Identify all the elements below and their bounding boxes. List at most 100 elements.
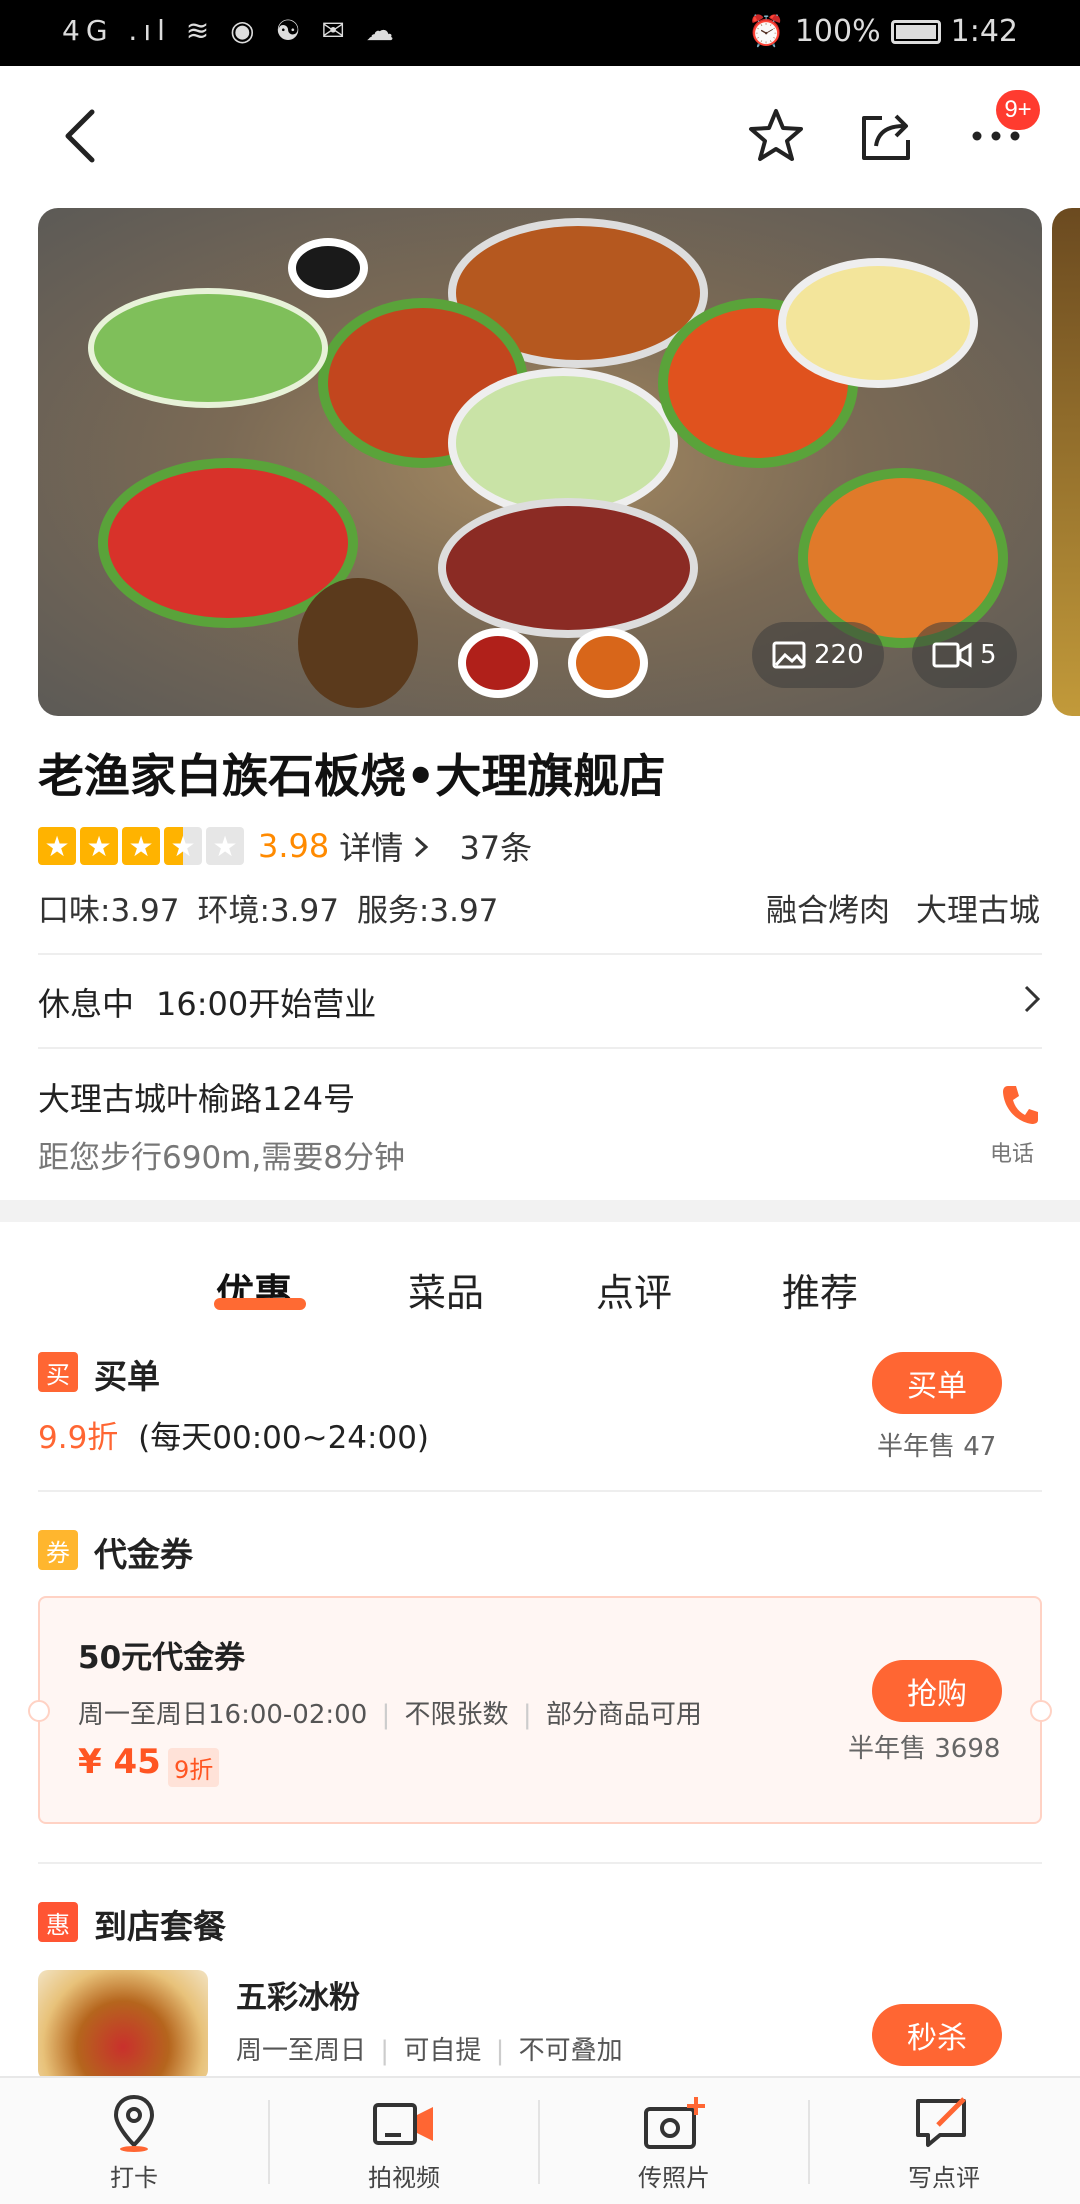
pay-bill-sold: 半年售 47 — [877, 1432, 997, 1462]
service-score: 服务:3.97 — [356, 893, 499, 929]
food-plate — [778, 258, 978, 388]
store-tags: 融合烤肉 大理古城 — [766, 885, 1040, 930]
active-tab-indicator — [214, 1298, 306, 1310]
package-section-title: 到店套餐 — [94, 1907, 226, 1946]
divider — [38, 1047, 1042, 1049]
walking-distance: 距您步行690m,需要8分钟 — [38, 1140, 405, 1176]
section-gap — [0, 1200, 1080, 1222]
phone-button[interactable] — [990, 1082, 1050, 1130]
pay-bill-hours: (每天00:00~24:00) — [138, 1420, 430, 1456]
record-video-label: 拍视频 — [368, 2164, 440, 2192]
store-name: 老渔家白族石板烧•大理旗舰店 — [38, 749, 666, 803]
package-terms: 周一至周日 | 可自提 | 不可叠加 — [236, 2030, 623, 2067]
card-notch — [28, 1700, 50, 1722]
more-button[interactable]: 9+ — [956, 90, 1040, 176]
more-dots-icon — [972, 131, 1020, 141]
category-tag[interactable]: 融合烤肉 — [766, 885, 890, 930]
voucher-name: 50元代金券 — [78, 1640, 246, 1676]
voucher-terms: 周一至周日16:00-02:00 | 不限张数 | 部分商品可用 — [78, 1694, 702, 1731]
write-review-button[interactable]: 写点评 — [844, 2092, 1044, 2193]
battery-icon — [890, 19, 941, 44]
package-name[interactable]: 五彩冰粉 — [236, 1972, 360, 2017]
store-address[interactable]: 大理古城叶榆路124号 — [38, 1074, 355, 1120]
voucher-discount-tag: 9折 — [168, 1748, 220, 1787]
sub-scores: 口味:3.97 环境:3.97 服务:3.97 — [38, 885, 498, 930]
voucher-price: ¥ 45 — [78, 1742, 161, 1782]
business-hours-row[interactable]: 休息中 16:00开始营业 — [38, 975, 1042, 1029]
video-icon — [932, 642, 972, 668]
rating-star-icon: ★ — [80, 827, 118, 865]
pay-bill-badge-icon: 买 — [38, 1352, 78, 1392]
tab-dishes[interactable]: 菜品 — [408, 1262, 484, 1317]
review-count[interactable]: 37条 — [459, 823, 532, 869]
separator — [268, 2100, 270, 2184]
open-time: 16:00开始营业 — [156, 985, 377, 1023]
bottom-action-bar: 打卡 拍视频 传照片 写点评 — [0, 2076, 1080, 2204]
grab-voucher-button[interactable]: 抢购 — [872, 1660, 1002, 1722]
clock: 1:42 — [950, 14, 1018, 49]
record-video-button[interactable]: 拍视频 — [304, 2092, 504, 2193]
rating-star-icon: ★ — [38, 827, 76, 865]
voucher-term: 周一至周日16:00-02:00 — [78, 1700, 368, 1730]
checkin-button[interactable]: 打卡 — [34, 2092, 234, 2193]
photo-upload-icon — [644, 2097, 705, 2149]
food-plate — [88, 288, 328, 408]
rating-score: 3.98 — [258, 827, 330, 865]
tab-recommend[interactable]: 推荐 — [782, 1262, 858, 1317]
tab-reviews[interactable]: 点评 — [596, 1262, 672, 1317]
next-photo-peek[interactable] — [1052, 208, 1080, 716]
star-outline-icon — [749, 109, 803, 161]
term-separator: | — [522, 1700, 532, 1730]
business-status: 休息中 — [38, 985, 135, 1023]
rating-row[interactable]: ★ ★ ★ ★ ★ 3.98 详情 37条 — [38, 820, 532, 872]
share-button[interactable] — [846, 96, 926, 176]
video-camera-icon — [373, 2103, 433, 2145]
food-plate — [298, 578, 418, 708]
package-thumbnail[interactable] — [38, 1970, 208, 2080]
divider — [38, 1490, 1042, 1492]
content-tabs: 优惠 菜品 点评 推荐 — [0, 1250, 1080, 1330]
voucher-sold: 半年售 3698 — [848, 1734, 1001, 1764]
store-photo[interactable] — [38, 208, 1042, 716]
rating-detail-link[interactable]: 详情 — [339, 823, 429, 869]
pay-bill-info: 9.9折 (每天00:00~24:00) — [38, 1412, 429, 1457]
location-pin-icon — [113, 2094, 155, 2152]
status-bar: 4G .ıl ≋ ◉ ☯ ✉ ☁ ⏰ 100% 1:42 — [0, 0, 1080, 66]
write-review-label: 写点评 — [908, 2164, 980, 2192]
food-plate — [798, 468, 1008, 648]
alarm-icon: ⏰ — [747, 14, 785, 49]
photo-count: 220 — [814, 640, 864, 670]
package-term: 不可叠加 — [518, 2036, 623, 2066]
voucher-badge-icon: 券 — [38, 1530, 78, 1570]
separator — [538, 2100, 540, 2184]
pay-bill-button[interactable]: 买单 — [872, 1352, 1002, 1414]
detail-label: 详情 — [339, 829, 404, 867]
area-tag[interactable]: 大理古城 — [916, 885, 1040, 930]
rating-star-empty-icon: ★ — [206, 827, 244, 865]
food-plate — [458, 628, 538, 698]
package-term: 周一至周日 — [236, 2036, 367, 2066]
chevron-right-icon — [1024, 985, 1041, 1013]
food-plate — [448, 368, 678, 518]
back-button[interactable] — [40, 96, 120, 176]
divider — [38, 953, 1042, 955]
food-plate — [568, 628, 648, 698]
pay-bill-title: 买单 — [94, 1357, 160, 1396]
favorite-button[interactable] — [736, 96, 816, 176]
photo-count-chip[interactable]: 220 — [752, 622, 884, 688]
upload-photo-button[interactable]: 传照片 — [574, 2092, 774, 2193]
separator — [808, 2100, 810, 2184]
divider — [38, 1862, 1042, 1864]
voucher-term: 部分商品可用 — [545, 1700, 702, 1730]
image-icon — [772, 641, 806, 669]
flash-sale-button[interactable]: 秒杀 — [872, 2004, 1002, 2066]
rating-star-icon: ★ — [122, 827, 160, 865]
video-count: 5 — [980, 640, 997, 670]
phone-label: 电话 — [990, 1142, 1035, 1167]
term-separator: | — [381, 1700, 391, 1730]
notification-badge: 9+ — [996, 90, 1040, 130]
video-count-chip[interactable]: 5 — [912, 622, 1017, 688]
card-notch — [1030, 1700, 1052, 1722]
pay-bill-discount: 9.9折 — [38, 1420, 119, 1456]
status-right: ⏰ 100% 1:42 — [747, 14, 1018, 49]
